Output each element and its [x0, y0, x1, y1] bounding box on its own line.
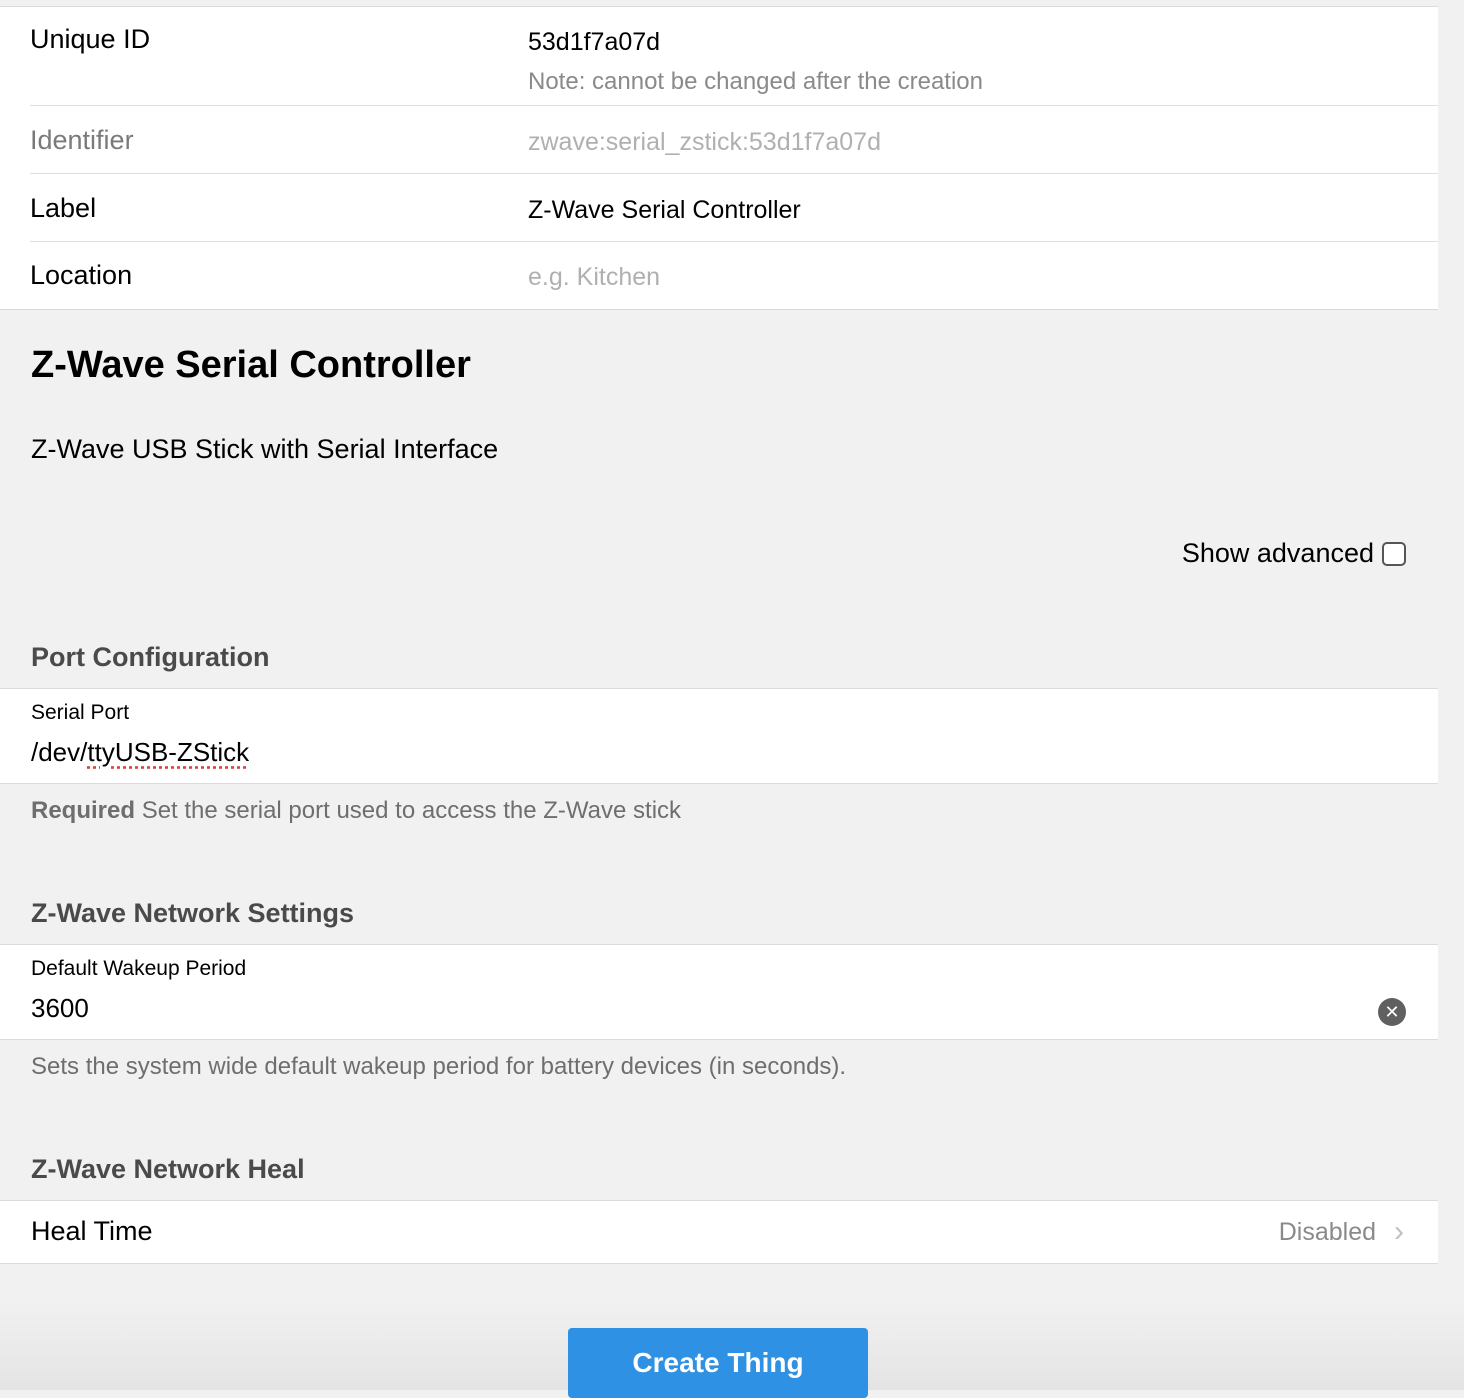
create-thing-button[interactable]: Create Thing [568, 1328, 868, 1398]
network-settings-title: Z-Wave Network Settings [31, 898, 355, 928]
wakeup-period-input[interactable]: 3600 [31, 993, 89, 1024]
serial-port-input[interactable]: /dev/ttyUSB-ZStick [31, 737, 249, 768]
wakeup-period-hint: Sets the system wide default wakeup peri… [31, 1053, 847, 1080]
unique-id-row[interactable]: Unique ID 53d1f7a07d Note: cannot be cha… [30, 7, 1438, 106]
serial-port-suffix: ttyUSB-ZStick [87, 737, 250, 767]
identifier-row: Identifier zwave:serial_zstick:53d1f7a07… [30, 106, 1438, 174]
heal-time-row[interactable]: Heal Time Disabled › [0, 1200, 1438, 1264]
label-input[interactable]: Z-Wave Serial Controller [528, 196, 801, 225]
show-advanced-label: Show advanced [1181, 538, 1374, 568]
serial-port-field[interactable]: Serial Port /dev/ttyUSB-ZStick [0, 688, 1438, 784]
serial-port-label: Serial Port [31, 701, 130, 724]
port-config-title: Port Configuration [31, 642, 270, 672]
wakeup-period-field[interactable]: Default Wakeup Period 3600 ✕ [0, 944, 1438, 1040]
identifier-label: Identifier [30, 125, 134, 155]
serial-port-prefix: /dev/ [31, 737, 88, 767]
top-gap [0, 0, 1438, 7]
thing-info-list: Unique ID 53d1f7a07d Note: cannot be cha… [0, 7, 1438, 310]
show-advanced-toggle[interactable]: Show advanced [1182, 538, 1406, 569]
location-row[interactable]: Location e.g. Kitchen [30, 242, 1438, 309]
label-label: Label [30, 193, 97, 223]
wakeup-period-label: Default Wakeup Period [31, 957, 247, 980]
identifier-value: zwave:serial_zstick:53d1f7a07d [528, 128, 881, 156]
location-label: Location [30, 260, 133, 290]
required-tag: Required [31, 797, 136, 824]
chevron-right-icon: › [1394, 1215, 1404, 1248]
serial-port-hint-text: Set the serial port used to access the Z… [141, 797, 682, 824]
heal-time-label: Heal Time [31, 1216, 153, 1246]
unique-id-label: Unique ID [30, 24, 151, 54]
thing-config-page: Unique ID 53d1f7a07d Note: cannot be cha… [0, 0, 1438, 1390]
location-input[interactable]: e.g. Kitchen [528, 263, 660, 292]
unique-id-value[interactable]: 53d1f7a07d [528, 28, 660, 57]
label-row[interactable]: Label Z-Wave Serial Controller [30, 174, 1438, 242]
show-advanced-checkbox[interactable] [1382, 541, 1406, 566]
thing-title: Z-Wave Serial Controller [31, 344, 471, 386]
network-heal-title: Z-Wave Network Heal [31, 1154, 305, 1184]
thing-description: Z-Wave USB Stick with Serial Interface [31, 434, 499, 464]
heal-time-value: Disabled [1278, 1218, 1376, 1246]
unique-id-note: Note: cannot be changed after the creati… [528, 68, 983, 95]
serial-port-hint: Required Set the serial port used to acc… [31, 797, 681, 825]
clear-icon[interactable]: ✕ [1378, 998, 1406, 1026]
